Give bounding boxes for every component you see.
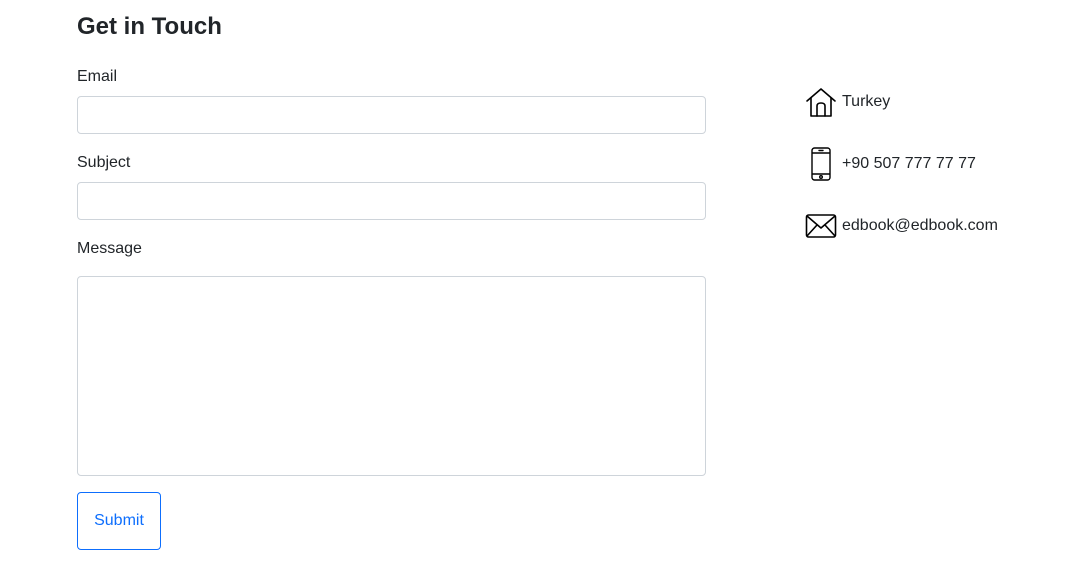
house-icon — [804, 85, 838, 119]
message-field[interactable] — [77, 276, 706, 476]
contact-phone: +90 507 777 77 77 — [804, 147, 976, 181]
contact-email: edbook@edbook.com — [804, 209, 998, 243]
message-label: Message — [77, 240, 142, 257]
contact-email-text: edbook@edbook.com — [842, 217, 998, 234]
email-field[interactable] — [77, 96, 706, 134]
contact-page: Get in Touch Email Subject Message Submi… — [0, 0, 1085, 565]
contact-address: Turkey — [804, 85, 890, 119]
contact-phone-text: +90 507 777 77 77 — [842, 155, 976, 172]
page-title: Get in Touch — [77, 13, 222, 40]
subject-label: Subject — [77, 154, 131, 171]
submit-button[interactable]: Submit — [77, 492, 161, 550]
envelope-icon — [804, 209, 838, 243]
subject-field[interactable] — [77, 182, 706, 220]
phone-icon — [804, 147, 838, 181]
email-label: Email — [77, 68, 118, 85]
contact-address-text: Turkey — [842, 93, 891, 110]
